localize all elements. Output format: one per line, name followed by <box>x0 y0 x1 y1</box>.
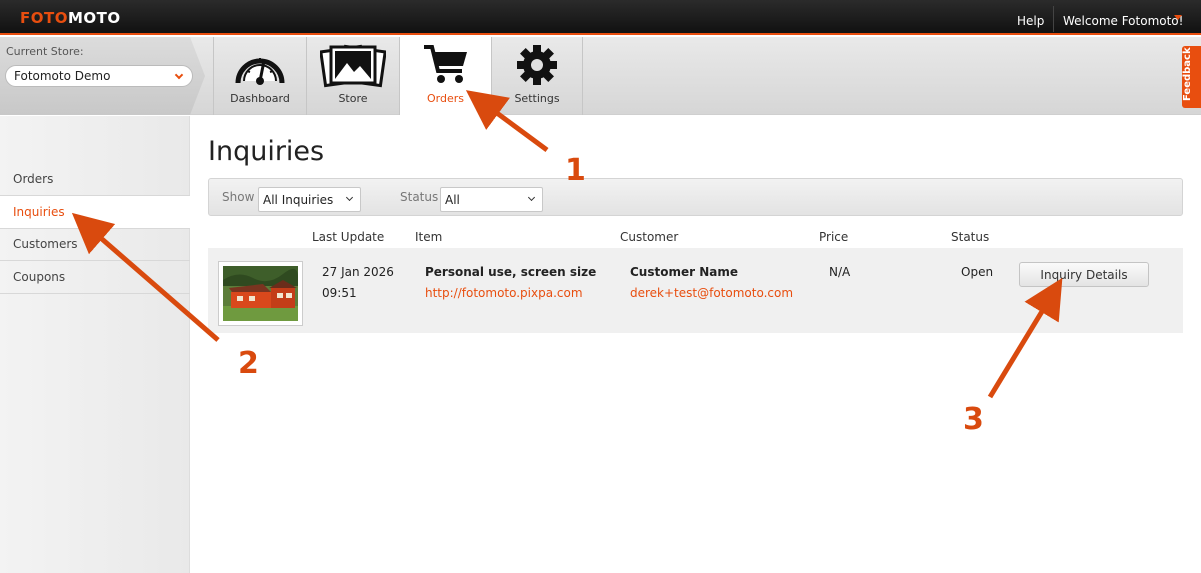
tab-dashboard-label: Dashboard <box>230 92 290 105</box>
current-store-label: Current Store: <box>6 45 84 58</box>
chevron-down-icon[interactable] <box>1174 15 1182 20</box>
tab-divider <box>582 37 583 115</box>
inquiry-details-button[interactable]: Inquiry Details <box>1019 262 1149 287</box>
sidebar-item-orders[interactable]: Orders <box>0 163 190 196</box>
item-thumbnail[interactable] <box>218 261 303 326</box>
tab-store-label: Store <box>338 92 368 105</box>
top-bar: FOTOMOTO Help Welcome Fotomoto! <box>0 0 1201 35</box>
show-filter-select[interactable]: All Inquiries <box>258 187 361 212</box>
sidebar-item-label: Coupons <box>13 270 66 284</box>
store-select[interactable]: Fotomoto Demo <box>5 65 193 87</box>
header-item: Item <box>415 230 443 244</box>
chevron-down-icon <box>345 193 354 202</box>
show-filter-value: All Inquiries <box>263 193 334 207</box>
header-customer: Customer <box>620 230 679 244</box>
row-customer-name: Customer Name <box>630 265 738 279</box>
header-last-update: Last Update <box>312 230 385 244</box>
row-status: Open <box>961 265 994 279</box>
annotation-number-3: 3 <box>963 402 984 437</box>
status-filter-select[interactable]: All <box>440 187 543 212</box>
row-item-link[interactable]: http://fotomoto.pixpa.com <box>425 286 583 300</box>
help-link[interactable]: Help <box>1017 14 1044 28</box>
house-photo-image <box>223 266 298 321</box>
tab-settings[interactable]: Settings <box>491 37 582 115</box>
page-title: Inquiries <box>208 136 325 167</box>
sidebar-item-label: Inquiries <box>13 205 65 219</box>
store-select-value: Fotomoto Demo <box>14 69 111 83</box>
annotation-number-2: 2 <box>238 346 259 381</box>
store-photos-icon <box>320 44 386 88</box>
header-price: Price <box>819 230 849 244</box>
gear-icon <box>517 45 557 85</box>
sidebar-item-label: Customers <box>13 237 78 251</box>
row-price: N/A <box>829 265 851 279</box>
sidebar-item-customers[interactable]: Customers <box>0 228 190 261</box>
sidebar-item-coupons[interactable]: Coupons <box>0 261 190 294</box>
tab-store[interactable]: Store <box>306 37 399 115</box>
sidebar-item-inquiries[interactable]: Inquiries <box>0 196 190 229</box>
top-divider <box>1053 6 1054 32</box>
tab-orders[interactable]: Orders <box>399 37 491 115</box>
row-item-title: Personal use, screen size <box>425 265 597 279</box>
status-filter-label: Status <box>400 190 439 204</box>
shopping-cart-icon <box>423 45 467 83</box>
tab-settings-label: Settings <box>514 92 560 105</box>
row-date: 27 Jan 2026 <box>322 265 394 279</box>
sidebar-item-label: Orders <box>13 172 54 186</box>
status-filter-value: All <box>445 193 460 207</box>
chevron-down-icon <box>174 70 184 80</box>
sidebar: Orders Inquiries Customers Coupons <box>0 116 190 573</box>
show-filter-label: Show <box>222 190 255 204</box>
annotation-number-1: 1 <box>565 153 586 188</box>
tab-orders-label: Orders <box>427 92 464 105</box>
row-customer-email[interactable]: derek+test@fotomoto.com <box>630 286 793 300</box>
header-status: Status <box>951 230 990 244</box>
chevron-down-icon <box>527 193 536 202</box>
feedback-tab[interactable]: Feedback <box>1182 46 1201 108</box>
fotomoto-logo[interactable]: FOTOMOTO <box>20 9 121 27</box>
row-time: 09:51 <box>322 286 357 300</box>
welcome-menu[interactable]: Welcome Fotomoto! <box>1063 14 1183 28</box>
dashboard-gauge-icon <box>235 58 285 85</box>
tab-dashboard[interactable]: Dashboard <box>213 37 306 115</box>
